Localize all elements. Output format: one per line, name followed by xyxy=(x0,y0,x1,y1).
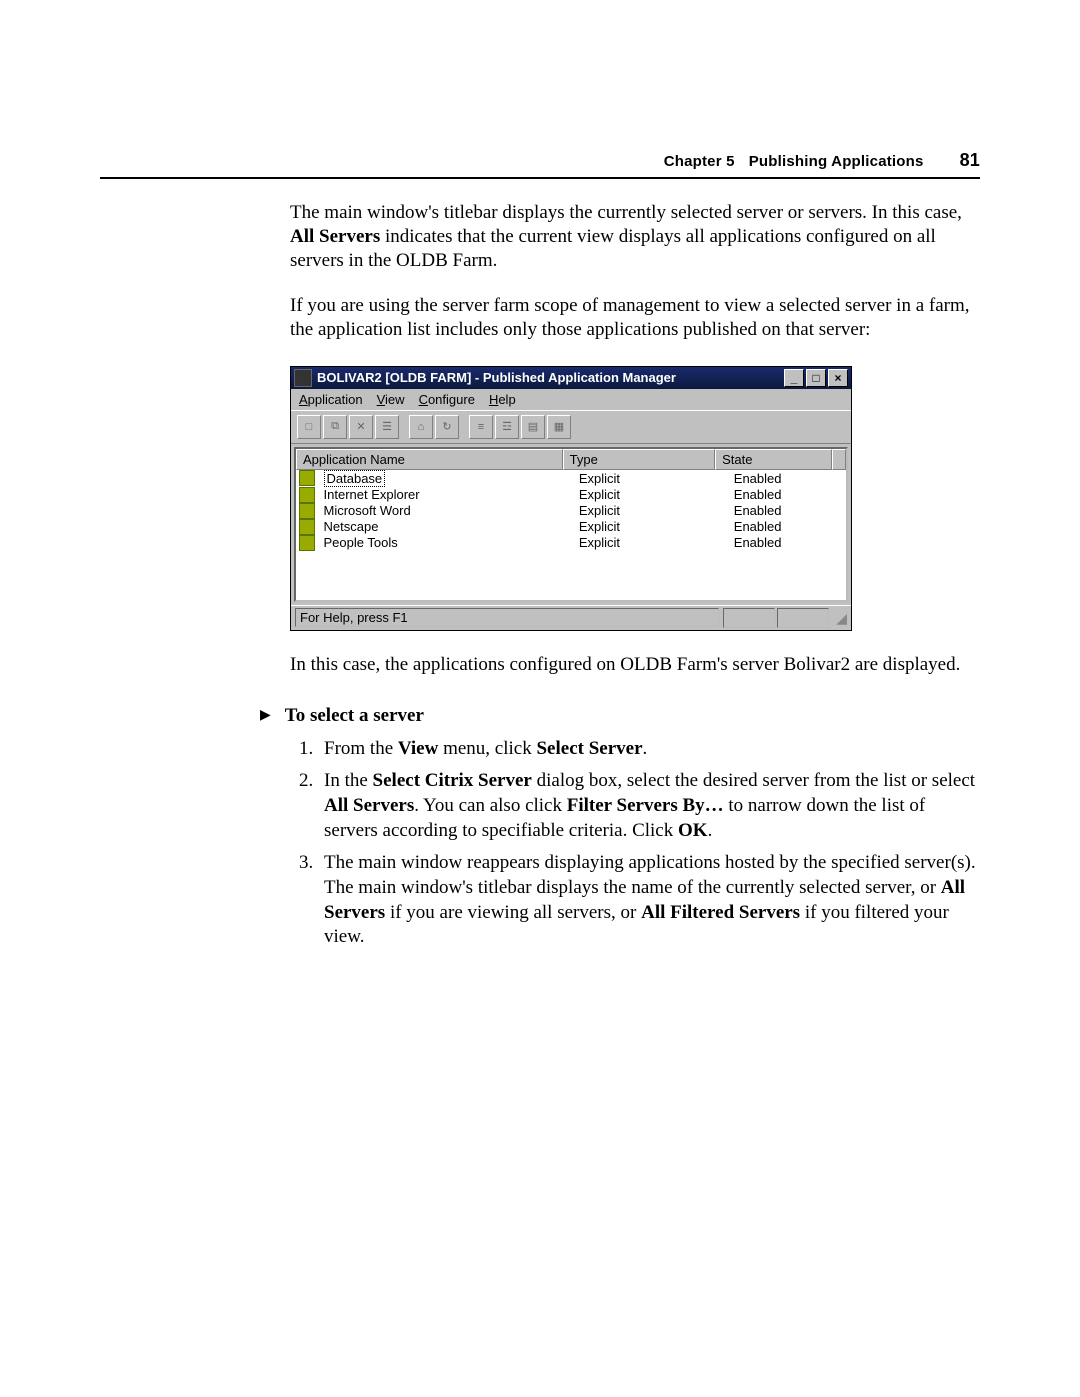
page-number: 81 xyxy=(960,150,980,171)
toolbar-sort-icon[interactable]: ≡ xyxy=(469,415,493,439)
toolbar-copy-icon[interactable]: ⧉ xyxy=(323,415,347,439)
cell-name: Database xyxy=(318,470,573,487)
column-type[interactable]: Type xyxy=(563,449,715,470)
toolbar-delete-icon[interactable]: ✕ xyxy=(349,415,373,439)
titlebar[interactable]: BOLIVAR2 [OLDB FARM] - Published Applica… xyxy=(291,367,851,389)
step-3: The main window reappears displaying app… xyxy=(318,851,980,950)
list-header: Application Name Type State xyxy=(296,449,846,470)
cell-state: Enabled xyxy=(728,487,846,502)
cell-state: Enabled xyxy=(728,535,846,550)
app-item-icon xyxy=(299,519,315,535)
cell-state: Enabled xyxy=(728,519,846,534)
procedure-title: To select a server xyxy=(285,705,424,727)
toolbar-server-icon[interactable]: ⌂ xyxy=(409,415,433,439)
menubar: Application View Configure Help xyxy=(291,389,851,410)
toolbar-list-icon[interactable]: ☲ xyxy=(495,415,519,439)
resize-grip-icon[interactable]: ◢ xyxy=(831,610,847,626)
toolbar-details-icon[interactable]: ▤ xyxy=(521,415,545,439)
table-row[interactable]: Internet ExplorerExplicitEnabled xyxy=(296,487,846,503)
toolbar-new-icon[interactable]: □ xyxy=(297,415,321,439)
toolbar-properties-icon[interactable]: ☰ xyxy=(375,415,399,439)
cell-type: Explicit xyxy=(573,519,728,534)
body-paragraph-2: If you are using the server farm scope o… xyxy=(290,294,980,342)
table-row[interactable]: DatabaseExplicitEnabled xyxy=(296,470,846,487)
status-text: For Help, press F1 xyxy=(295,608,719,627)
status-pane xyxy=(723,608,775,628)
table-row[interactable]: NetscapeExplicitEnabled xyxy=(296,519,846,535)
body-paragraph-3: In this case, the applications configure… xyxy=(290,653,980,677)
cell-name: Internet Explorer xyxy=(318,487,573,502)
statusbar: For Help, press F1 ◢ xyxy=(291,605,851,630)
procedure-heading: ▶ To select a server xyxy=(260,705,980,727)
cell-type: Explicit xyxy=(573,471,728,486)
cell-name: Netscape xyxy=(318,519,573,534)
body-paragraph-1: The main window's titlebar displays the … xyxy=(290,201,980,272)
table-row[interactable]: Microsoft WordExplicitEnabled xyxy=(296,503,846,519)
step-2: In the Select Citrix Server dialog box, … xyxy=(318,769,980,843)
app-item-icon xyxy=(299,470,315,486)
cell-type: Explicit xyxy=(573,503,728,518)
application-list[interactable]: Application Name Type State DatabaseExpl… xyxy=(294,447,848,602)
triangle-icon: ▶ xyxy=(260,707,271,724)
status-pane xyxy=(777,608,829,628)
toolbar: □ ⧉ ✕ ☰ ⌂ ↻ ≡ ☲ ▤ ▦ xyxy=(291,410,851,444)
toolbar-grid-icon[interactable]: ▦ xyxy=(547,415,571,439)
cell-state: Enabled xyxy=(728,471,846,486)
chapter-label: Chapter 5 xyxy=(664,153,735,170)
app-item-icon xyxy=(299,503,315,519)
procedure-steps: From the View menu, click Select Server.… xyxy=(290,737,980,951)
minimize-button[interactable]: _ xyxy=(784,369,804,387)
menu-application[interactable]: Application xyxy=(299,392,363,407)
column-application-name[interactable]: Application Name xyxy=(296,449,563,470)
toolbar-refresh-icon[interactable]: ↻ xyxy=(435,415,459,439)
cell-type: Explicit xyxy=(573,535,728,550)
header-rule xyxy=(100,177,980,179)
app-icon xyxy=(294,369,312,387)
page-header: Chapter 5 Publishing Applications 81 xyxy=(100,150,980,177)
table-row[interactable]: People ToolsExplicitEnabled xyxy=(296,535,846,551)
app-item-icon xyxy=(299,535,315,551)
menu-configure[interactable]: Configure xyxy=(419,392,475,407)
app-item-icon xyxy=(299,487,315,503)
step-1: From the View menu, click Select Server. xyxy=(318,737,980,762)
cell-name: People Tools xyxy=(318,535,573,550)
window-title: BOLIVAR2 [OLDB FARM] - Published Applica… xyxy=(317,370,782,385)
column-state[interactable]: State xyxy=(715,449,832,470)
app-window: BOLIVAR2 [OLDB FARM] - Published Applica… xyxy=(290,366,852,631)
cell-type: Explicit xyxy=(573,487,728,502)
cell-name: Microsoft Word xyxy=(318,503,573,518)
cell-state: Enabled xyxy=(728,503,846,518)
chapter-title: Publishing Applications xyxy=(749,153,924,170)
menu-view[interactable]: View xyxy=(377,392,405,407)
maximize-button[interactable]: □ xyxy=(806,369,826,387)
menu-help[interactable]: Help xyxy=(489,392,516,407)
close-button[interactable]: × xyxy=(828,369,848,387)
